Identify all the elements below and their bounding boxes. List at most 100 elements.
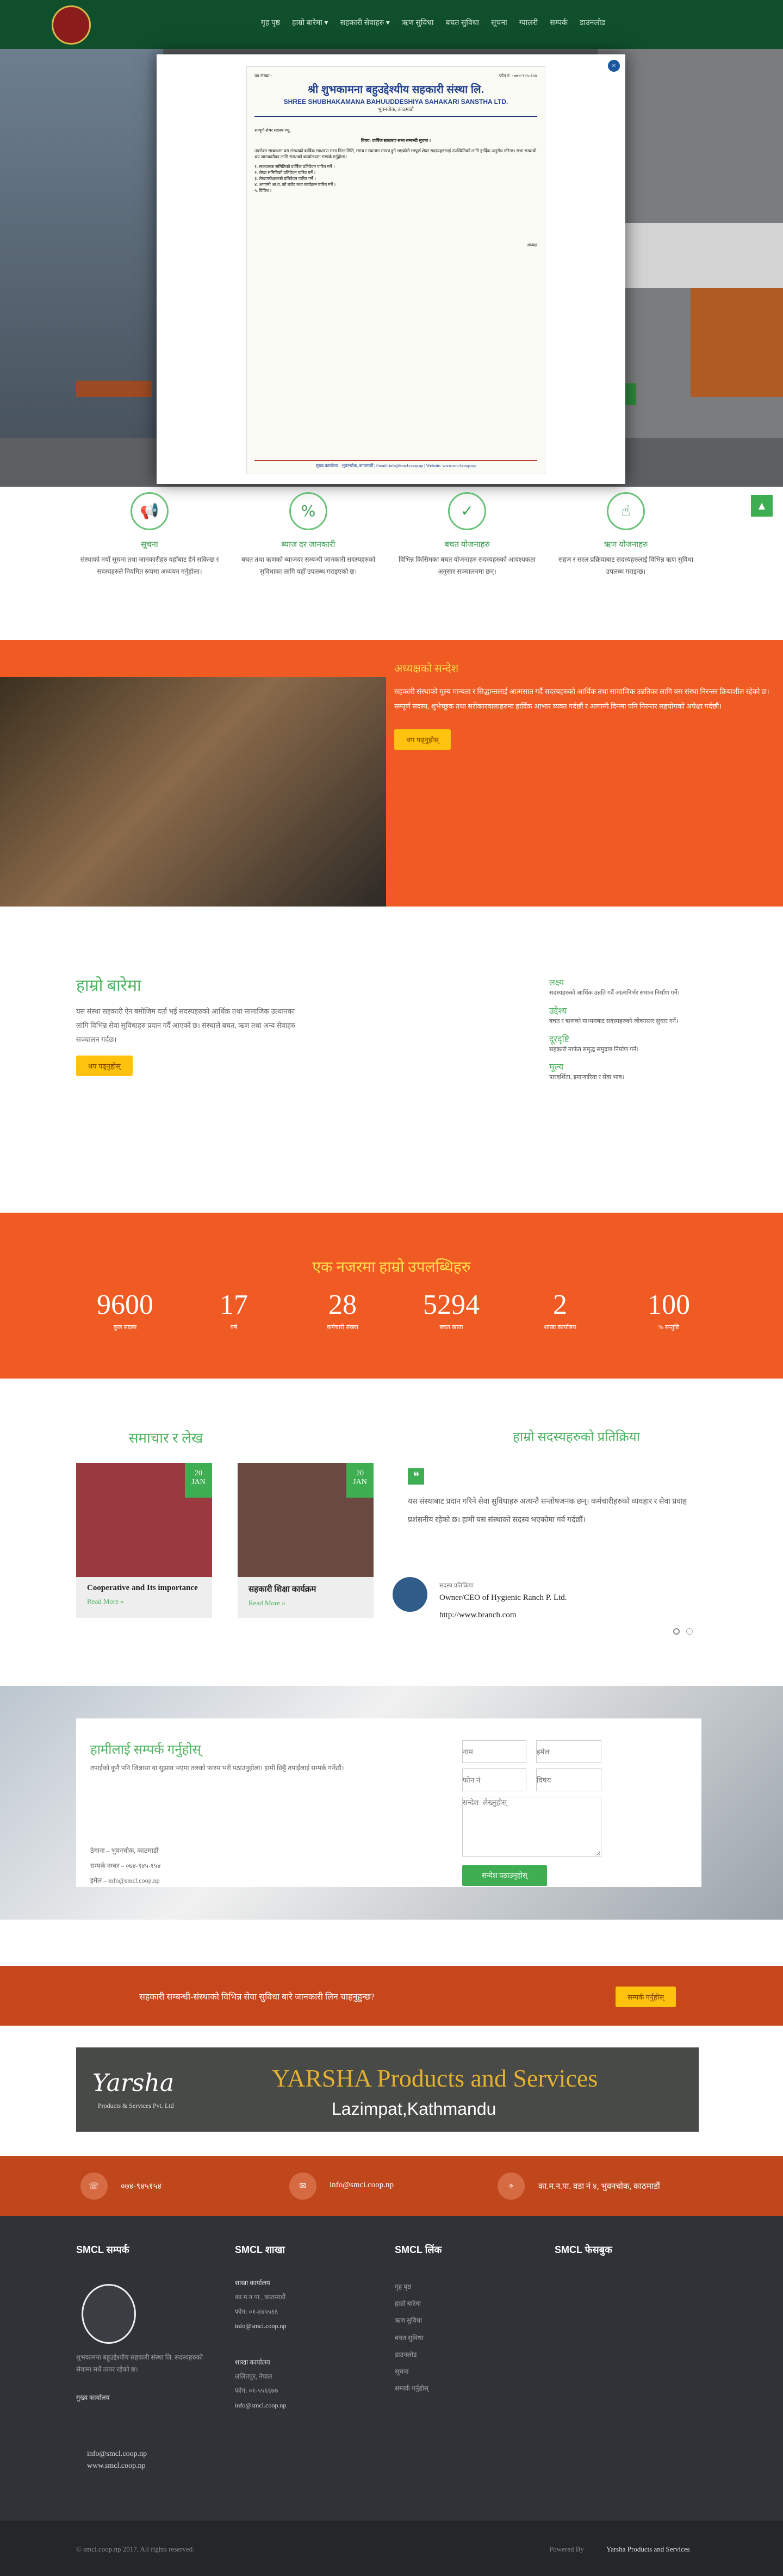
news-month: JAN <box>353 1478 367 1486</box>
letter-subject: विषय: वार्षिक साधारण सभा सम्बन्धी सूचना … <box>361 138 431 143</box>
stat-label: शाखा कार्यालय <box>544 1324 576 1331</box>
footer-col1-title: SMCL सम्पर्क <box>76 2244 129 2255</box>
footer-link[interactable]: गृह पृष्ठ <box>395 2279 531 2295</box>
message-textarea[interactable] <box>462 1797 601 1857</box>
footer-link[interactable]: सूचना <box>395 2363 531 2380</box>
read-more-link[interactable]: Read More » <box>238 1597 374 1610</box>
sponsor-logo: Yarsha <box>92 2069 175 2097</box>
powered-link[interactable]: Yarsha Products and Services <box>606 2545 690 2554</box>
nav-item-6[interactable]: ग्यालरी <box>519 17 538 28</box>
service-card[interactable]: 📢 सूचना संस्थाको नयाँ सूचना तथा जानकारीहरु… <box>76 492 223 578</box>
cta-button[interactable]: सम्पर्क गर्नुहोस् <box>616 1987 676 2007</box>
footer-link[interactable]: ऋण सुविधा <box>395 2312 531 2329</box>
sponsor-title: YARSHA Products and Services <box>272 2064 598 2092</box>
send-button[interactable]: सन्देश पठाउनुहोस् <box>462 1865 547 1886</box>
stat-label: वर्ष <box>230 1324 238 1331</box>
news-title: समाचार र लेख <box>128 1430 203 1446</box>
about-side-heading: लक्ष्य <box>549 978 564 988</box>
about-text: यस संस्था सहकारी ऐन बमोजिम दर्ता भई सदस्… <box>76 1007 295 1044</box>
service-text: बचत तथा ऋणको ब्याजदर सम्बन्धी जानकारी सद… <box>241 556 376 575</box>
branch-heading: शाखा कार्यालय <box>235 2358 270 2366</box>
nav-item-5[interactable]: सूचना <box>491 17 507 28</box>
about-read-more-button[interactable]: थप पढ्नुहोस् <box>76 1056 133 1076</box>
footer-link[interactable]: हाम्रो बारेमा <box>395 2295 531 2312</box>
about-side-heading: मूल्य <box>549 1063 564 1072</box>
name-input[interactable] <box>462 1740 526 1763</box>
chairman-photo <box>0 677 386 907</box>
letter-salutation: सम्पूर्ण शेयर सदस्य ज्यू, <box>254 128 291 133</box>
news-card[interactable]: 20 JAN Cooperative and Its importance Read … <box>76 1463 212 1618</box>
building-image <box>0 49 163 438</box>
agenda-item: ४. आगामी आ.व. को बजेट तथा कार्यक्रम पारि… <box>254 182 336 187</box>
site-logo[interactable] <box>52 5 91 45</box>
contact-form-title: हामीलाई सम्पर्क गर्नुहोस् <box>90 1743 201 1757</box>
stat-label: % सन्तुष्टि <box>658 1324 680 1331</box>
stat-number: 9600 <box>97 1289 153 1320</box>
branch-block: शाखा कार्यालय ललितपुर, नेपाल फोन: ०१-५५६६७… <box>235 2355 371 2413</box>
nav-item-2[interactable]: सहकारी सेवाहरु ▾ <box>340 17 389 28</box>
cta-text: सहकारी सम्बन्धी-संस्थाको विभिन्न सेवा सु… <box>139 1992 375 2002</box>
service-title: सूचना <box>141 541 158 549</box>
about-section: हाम्रो बारेमा यस संस्था सहकारी ऐन बमोजिम… <box>76 973 304 1076</box>
message-text: सहकारी संस्थाको मूल्य मान्यता र सिद्धान्… <box>394 687 769 711</box>
service-card[interactable]: ✓ बचत योजनाहरु विभिन्न किसिमका बचत योजनाहर… <box>394 492 540 578</box>
service-card[interactable]: ☝ ऋण योजनाहरु सहज र सरल प्रक्रियाबाट सदस्य… <box>552 492 699 578</box>
quote-icon: ❝ <box>408 1468 424 1485</box>
stat-number: 5294 <box>423 1289 480 1320</box>
branch-block: शाखा कार्यालय का.म.न.पा., काठमाडौं फोन: ०१… <box>235 2276 371 2333</box>
branch-email[interactable]: info@smcl.coop.np <box>235 2398 371 2412</box>
footer-email[interactable]: info@smcl.coop.np <box>87 2450 147 2459</box>
about-side-text: सहकारी मार्फत समृद्ध समुदाय निर्माण गर्न… <box>549 1046 639 1053</box>
footer-website[interactable]: www.smcl.coop.np <box>87 2462 146 2471</box>
subject-input[interactable] <box>536 1768 601 1791</box>
nav-item-8[interactable]: डाउनलोड <box>580 17 605 28</box>
footer-col2-title: SMCL शाखा <box>235 2244 285 2255</box>
nav-item-4[interactable]: बचत सुविधा <box>445 17 478 28</box>
service-title: बचत योजनाहरु <box>444 541 490 549</box>
slider-dot-1[interactable] <box>673 1628 680 1635</box>
service-card[interactable]: % ब्याज दर जानकारी बचत तथा ऋणको ब्याजदर सम… <box>235 492 382 578</box>
contact-email[interactable]: info@smcl.coop.np <box>330 2181 394 2190</box>
scroll-top-button[interactable]: ▲ <box>751 495 773 517</box>
nav-item-7[interactable]: सम्पर्क <box>550 17 568 28</box>
testimonial-avatar <box>393 1577 427 1612</box>
stat-number: 28 <box>328 1289 357 1320</box>
stat-label: कुल सदस्य <box>113 1324 137 1331</box>
message-title: अध्यक्षको सन्देश <box>394 663 459 675</box>
anniversary-badge <box>691 288 783 397</box>
contact-address: का.म.न.पा. वडा नं ४, भुवनचोक, काठमाडौं <box>538 2182 660 2191</box>
agenda-item: १. सञ्चालक समितिको वार्षिक प्रतिवेदन पार… <box>254 164 335 170</box>
footer-link[interactable]: बचत सुविधा <box>395 2330 531 2347</box>
testimonial-link[interactable]: http://www.branch.com <box>439 1611 517 1620</box>
nav-item-0[interactable]: गृह पृष्ठ <box>261 17 280 28</box>
location-icon: ⌖ <box>498 2172 525 2200</box>
news-card[interactable]: 20 JAN सहकारी शिक्षा कार्यक्रम Read More » <box>238 1463 374 1618</box>
stat-item: 5294 बचत खाता <box>397 1289 506 1331</box>
nav-item-1[interactable]: हाम्रो बारेमा ▾ <box>292 17 328 28</box>
footer-link[interactable]: सम्पर्क गर्नुहोस् <box>395 2380 531 2397</box>
stat-item: 2 शाखा कार्यालय <box>506 1289 614 1331</box>
branch-email[interactable]: info@smcl.coop.np <box>235 2319 371 2333</box>
read-more-link[interactable]: Read More » <box>76 1595 212 1608</box>
footer-link[interactable]: डाउनलोड <box>395 2347 531 2363</box>
email-input[interactable] <box>536 1740 601 1763</box>
message-content: अध्यक्षको सन्देश सहकारी संस्थाको मूल्य म… <box>394 661 775 750</box>
cta-band: सहकारी सम्बन्धी-संस्थाको विभिन्न सेवा सु… <box>0 1966 783 2026</box>
sponsor-banner[interactable]: Yarsha Products & Services Pvt. Ltd YARS… <box>76 2047 699 2132</box>
notice-modal: × पत्र संख्या : फोन नं. : ०७४-९४५-१५४ श्… <box>157 54 625 484</box>
nav-item-3[interactable]: ऋण सुविधा <box>402 17 434 28</box>
news-image: 20 JAN <box>76 1463 212 1577</box>
footer: SMCL सम्पर्क SMCL शाखा SMCL लिंक SMCL फे… <box>0 2216 783 2521</box>
check-icon: ✓ <box>448 492 486 530</box>
close-icon[interactable]: × <box>607 59 621 73</box>
phone-input[interactable] <box>462 1768 526 1791</box>
footer-about: शुभकामना बहुउद्देश्यीय सहकारी संस्था लि.… <box>76 2354 203 2373</box>
contact-phone[interactable]: ०७४-९४५१५४ <box>121 2181 161 2192</box>
contact-line: इमेल – info@smcl.coop.np <box>90 1877 160 1885</box>
branch-phone: फोन: ०१-५५६६७७ <box>235 2387 278 2395</box>
slider-dot-2[interactable] <box>686 1628 693 1635</box>
pointer-icon: ☝ <box>607 492 645 530</box>
letter-title-np: श्री शुभकामना बहुउद्देश्यीय सहकारी संस्थ… <box>307 83 484 96</box>
letter-ref: पत्र संख्या : <box>254 73 272 78</box>
message-read-more-button[interactable]: थप पढ्नुहोस् <box>394 729 451 750</box>
